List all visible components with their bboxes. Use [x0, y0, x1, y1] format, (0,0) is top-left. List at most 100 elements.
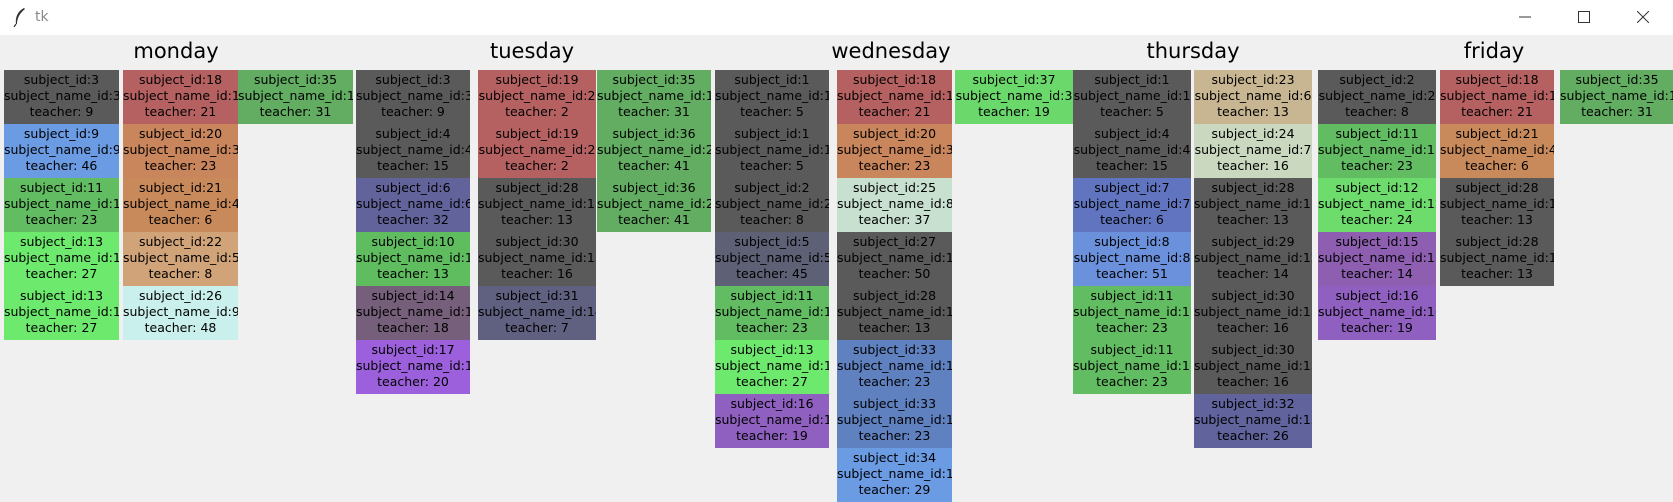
- subject-name-label: subject_name_id:14: [478, 304, 596, 319]
- subject-block[interactable]: subject_id:13 subject_name_id:13 teacher: …: [4, 232, 119, 286]
- subject-block[interactable]: subject_id:9 subject_name_id:9 teacher: 46: [4, 124, 119, 178]
- subject-block[interactable]: subject_id:12 subject_name_id:12 teacher: …: [1318, 178, 1436, 232]
- subject-block[interactable]: subject_id:8 subject_name_id:8 teacher: 51: [1073, 232, 1191, 286]
- subject-block[interactable]: subject_id:26 subject_name_id:9 teacher: 4…: [123, 286, 238, 340]
- subject-block[interactable]: subject_id:33 subject_name_id:16 teacher: …: [837, 340, 952, 394]
- subject-block[interactable]: subject_id:22 subject_name_id:5 teacher: 8: [123, 232, 238, 286]
- subject-block[interactable]: subject_id:30 subject_name_id:13 teacher: …: [1194, 286, 1312, 340]
- teacher-label: teacher: 45: [736, 266, 808, 281]
- subject-block[interactable]: subject_id:2 subject_name_id:2 teacher: 8: [715, 178, 829, 232]
- subject-id-label: subject_id:8: [1094, 234, 1170, 249]
- subject-block[interactable]: subject_id:30 subject_name_id:13 teacher: …: [478, 232, 596, 286]
- window-titlebar[interactable]: tk: [0, 0, 1673, 35]
- subject-block[interactable]: subject_id:2 subject_name_id:2 teacher: 8: [1318, 70, 1436, 124]
- subject-block[interactable]: subject_id:1 subject_name_id:1 teacher: 5: [715, 70, 829, 124]
- subject-block[interactable]: subject_id:28 subject_name_id:11 teacher: …: [1440, 232, 1554, 286]
- subject-block[interactable]: subject_id:11 subject_name_id:11 teacher: …: [1073, 286, 1191, 340]
- subject-block[interactable]: subject_id:18 subject_name_id:1 teacher: 2…: [837, 70, 952, 124]
- subject-block[interactable]: subject_id:1 subject_name_id:1 teacher: 5: [1073, 70, 1191, 124]
- subject-id-label: subject_id:1: [1094, 72, 1170, 87]
- subject-block[interactable]: subject_id:10 subject_name_id:10 teacher: …: [356, 232, 470, 286]
- subject-id-label: subject_id:20: [852, 126, 937, 141]
- subject-block[interactable]: subject_id:3 subject_name_id:3 teacher: 9: [356, 70, 470, 124]
- subject-block[interactable]: subject_id:28 subject_name_id:11 teacher: …: [837, 286, 952, 340]
- subject-block[interactable]: subject_id:20 subject_name_id:3 teacher: 2…: [837, 124, 952, 178]
- subject-block[interactable]: subject_id:11 subject_name_id:11 teacher: …: [1318, 124, 1436, 178]
- subject-id-label: subject_id:3: [23, 72, 100, 87]
- subject-block[interactable]: subject_id:21 subject_name_id:4 teacher: 6: [123, 178, 238, 232]
- subject-block[interactable]: subject_id:21 subject_name_id:4 teacher: 6: [1440, 124, 1554, 178]
- subject-block[interactable]: subject_id:4 subject_name_id:4 teacher: 15: [356, 124, 470, 178]
- subject-block[interactable]: subject_id:36 subject_name_id:2 teacher: 4…: [597, 178, 711, 232]
- teacher-label: teacher: 23: [858, 428, 931, 443]
- subject-name-label: subject_name_id:14: [356, 304, 470, 319]
- subject-block[interactable]: subject_id:1 subject_name_id:1 teacher: 5: [715, 124, 829, 178]
- subject-block[interactable]: subject_id:15 subject_name_id:15 teacher: …: [1318, 232, 1436, 286]
- subject-name-label: subject_name_id:4: [123, 196, 238, 211]
- subject-block[interactable]: subject_id:28 subject_name_id:11 teacher: …: [1440, 178, 1554, 232]
- subject-block[interactable]: subject_id:25 subject_name_id:8 teacher: 3…: [837, 178, 952, 232]
- close-button[interactable]: [1620, 0, 1666, 35]
- subject-block[interactable]: subject_id:11 subject_name_id:11 teacher: …: [715, 286, 829, 340]
- subject-block[interactable]: subject_id:3 subject_name_id:3 teacher: 9: [4, 70, 119, 124]
- subject-block[interactable]: subject_id:32 subject_name_id:15 teacher: …: [1194, 394, 1312, 448]
- subject-block[interactable]: subject_id:6 subject_name_id:6 teacher: 32: [356, 178, 470, 232]
- subject-name-label: subject_name_id:12: [1194, 250, 1312, 265]
- subject-block[interactable]: subject_id:7 subject_name_id:7 teacher: 6: [1073, 178, 1191, 232]
- teacher-label: teacher: 23: [1341, 158, 1413, 173]
- teacher-label: teacher: 2: [505, 104, 569, 119]
- teacher-label: teacher: 46: [25, 158, 98, 173]
- subject-block[interactable]: subject_id:19 subject_name_id:2 teacher: 2: [478, 124, 596, 178]
- subject-block[interactable]: subject_id:36 subject_name_id:2 teacher: 4…: [597, 124, 711, 178]
- subject-id-label: subject_id:7: [1094, 180, 1170, 195]
- minimize-button[interactable]: [1502, 0, 1548, 35]
- thursday-column-3: subject_id:2 subject_name_id:2 teacher: 8s…: [1318, 70, 1436, 340]
- subject-name-label: subject_name_id:13: [478, 250, 596, 265]
- subject-block[interactable]: subject_id:31 subject_name_id:14 teacher: …: [478, 286, 596, 340]
- subject-block[interactable]: subject_id:27 subject_name_id:10 teacher: …: [837, 232, 952, 286]
- subject-block[interactable]: subject_id:14 subject_name_id:14 teacher: …: [356, 286, 470, 340]
- subject-id-label: subject_id:19: [495, 72, 579, 87]
- subject-block[interactable]: subject_id:35 subject_name_id:1 teacher: 3…: [1560, 70, 1673, 124]
- subject-name-label: subject_name_id:3: [837, 142, 952, 157]
- subject-block[interactable]: subject_id:13 subject_name_id:13 teacher: …: [715, 340, 829, 394]
- subject-block[interactable]: subject_id:11 subject_name_id:11 teacher: …: [4, 178, 119, 232]
- subject-block[interactable]: subject_id:24 subject_name_id:7 teacher: 1…: [1194, 124, 1312, 178]
- subject-block[interactable]: subject_id:11 subject_name_id:11 teacher: …: [1073, 340, 1191, 394]
- subject-block[interactable]: subject_id:4 subject_name_id:4 teacher: 15: [1073, 124, 1191, 178]
- subject-block[interactable]: subject_id:37 subject_name_id:3 teacher: 1…: [955, 70, 1073, 124]
- subject-block[interactable]: subject_id:19 subject_name_id:2 teacher: 2: [478, 70, 596, 124]
- subject-name-label: subject_name_id:9: [123, 304, 238, 319]
- subject-block[interactable]: subject_id:5 subject_name_id:5 teacher: 45: [715, 232, 829, 286]
- subject-block[interactable]: subject_id:30 subject_name_id:13 teacher: …: [1194, 340, 1312, 394]
- subject-block[interactable]: subject_id:34 subject_name_id:17 teacher: …: [837, 448, 952, 502]
- subject-block[interactable]: subject_id:17 subject_name_id:17 teacher: …: [356, 340, 470, 394]
- subject-name-label: subject_name_id:11: [478, 196, 596, 211]
- subject-block[interactable]: subject_id:18 subject_name_id:1 teacher: 2…: [123, 70, 238, 124]
- subject-name-label: subject_name_id:13: [715, 358, 829, 373]
- subject-block[interactable]: subject_id:29 subject_name_id:12 teacher: …: [1194, 232, 1312, 286]
- teacher-label: teacher: 21: [858, 104, 931, 119]
- subject-block[interactable]: subject_id:18 subject_name_id:1 teacher: 2…: [1440, 70, 1554, 124]
- subject-block[interactable]: subject_id:16 subject_name_id:16 teacher: …: [715, 394, 829, 448]
- subject-block[interactable]: subject_id:20 subject_name_id:3 teacher: 2…: [123, 124, 238, 178]
- subject-name-label: subject_name_id:3: [123, 142, 238, 157]
- subject-block[interactable]: subject_id:23 subject_name_id:6 teacher: 1…: [1194, 70, 1312, 124]
- subject-block[interactable]: subject_id:33 subject_name_id:16 teacher: …: [837, 394, 952, 448]
- maximize-button[interactable]: [1561, 0, 1607, 35]
- subject-id-label: subject_id:2: [1339, 72, 1415, 87]
- subject-name-label: subject_name_id:3: [955, 88, 1073, 103]
- subject-block[interactable]: subject_id:28 subject_name_id:11 teacher: …: [478, 178, 596, 232]
- subject-id-label: subject_id:18: [138, 72, 223, 87]
- teacher-label: teacher: 50: [858, 266, 931, 281]
- maximize-icon: [1578, 11, 1590, 23]
- subject-block[interactable]: subject_id:13 subject_name_id:13 teacher: …: [4, 286, 119, 340]
- subject-block[interactable]: subject_id:28 subject_name_id:11 teacher: …: [1194, 178, 1312, 232]
- teacher-label: teacher: 7: [505, 320, 569, 335]
- teacher-label: teacher: 41: [618, 212, 690, 227]
- teacher-label: teacher: 19: [736, 428, 808, 443]
- subject-block[interactable]: subject_id:35 subject_name_id:1 teacher: 3…: [238, 70, 353, 124]
- subject-block[interactable]: subject_id:35 subject_name_id:1 teacher: 3…: [597, 70, 711, 124]
- teacher-label: teacher: 5: [740, 104, 804, 119]
- subject-block[interactable]: subject_id:16 subject_name_id:16 teacher: …: [1318, 286, 1436, 340]
